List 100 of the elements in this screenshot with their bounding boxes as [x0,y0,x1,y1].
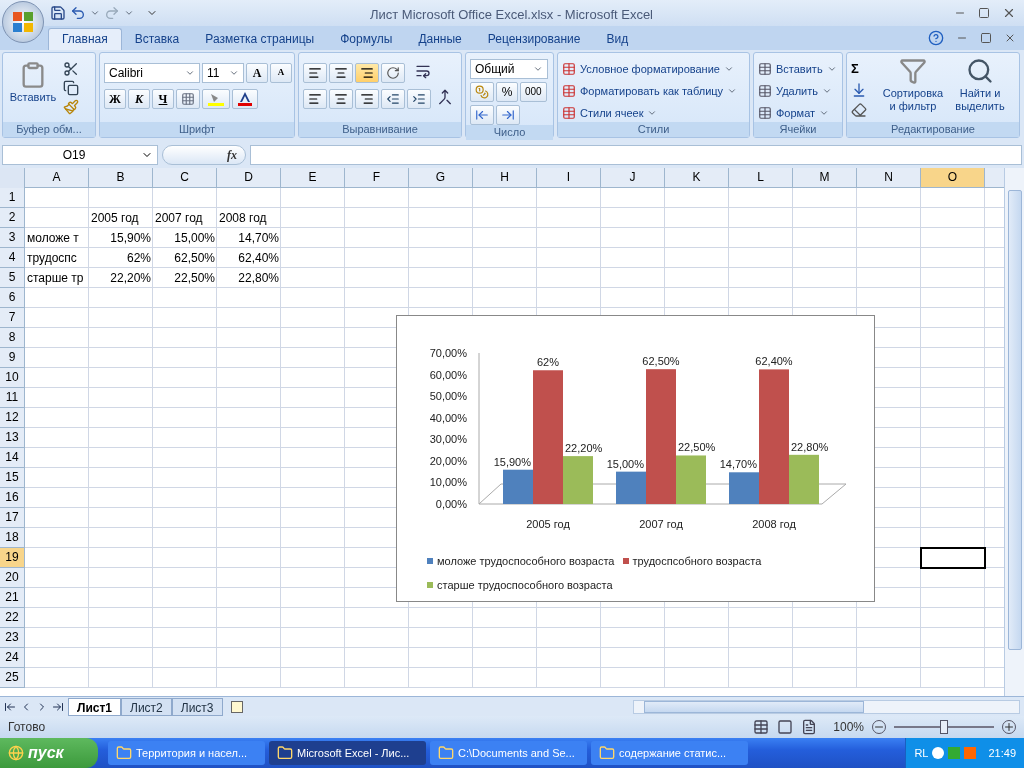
scrollbar-thumb[interactable] [1007,189,1022,650]
maximize-icon[interactable] [978,6,990,19]
row-header[interactable]: 18 [0,527,25,548]
ribbon-tab[interactable]: Вставка [121,27,193,50]
sheet-tab[interactable]: Лист3 [171,697,223,716]
number-format-field[interactable]: Общий [470,58,548,79]
row-header[interactable]: 12 [0,407,25,428]
zoom-level[interactable]: 100% [833,718,864,736]
ribbon-tab[interactable]: Данные [405,27,475,50]
align-left-button[interactable] [303,88,327,109]
row-header[interactable]: 8 [0,327,25,348]
fill-color-button[interactable] [202,88,230,109]
thousands-button[interactable]: 000 [520,81,547,102]
merge-icon[interactable] [437,88,453,105]
underline-button[interactable]: Ч [152,88,174,109]
eraser-icon[interactable] [851,101,867,118]
new-sheet-icon[interactable] [230,700,243,713]
ribbon-tab[interactable]: Рецензирование [474,27,594,50]
cells-menu-button[interactable]: Удалить [758,81,837,100]
tray-icon[interactable] [932,747,945,759]
row-header[interactable]: 15 [0,467,25,488]
row-header[interactable]: 5 [0,267,25,288]
row-header[interactable]: 7 [0,307,25,328]
horizontal-scrollbar[interactable] [632,699,1020,714]
row-header[interactable]: 25 [0,667,25,688]
row-header[interactable]: 11 [0,387,25,408]
decrease-decimal-button[interactable] [496,104,520,125]
row-header[interactable]: 20 [0,567,25,588]
font-name-field[interactable]: Calibri [104,62,200,83]
restore-icon[interactable] [980,31,992,44]
ribbon-tab[interactable]: Формулы [327,27,406,50]
row-header[interactable]: 1 [0,187,25,208]
ribbon-tab[interactable]: Вид [593,27,642,50]
taskbar-button[interactable]: Территория и насел... [108,741,265,765]
currency-button[interactable] [470,81,494,102]
cells-menu-button[interactable]: Вставить [758,59,837,78]
ribbon-tab[interactable]: Разметка страницы [192,27,328,50]
name-box[interactable]: O19 [2,144,158,165]
row-header[interactable]: 9 [0,347,25,368]
row-header[interactable]: 13 [0,427,25,448]
taskbar-button[interactable]: C:\Documents and Se... [430,741,587,765]
align-middle-button[interactable] [329,62,353,83]
slider-thumb[interactable] [940,720,948,734]
decrease-indent-button[interactable] [381,88,405,109]
sheet-tab[interactable]: Лист2 [121,697,172,716]
scissors-icon[interactable] [63,60,79,77]
save-icon[interactable] [50,4,66,21]
row-header[interactable]: 24 [0,647,25,668]
grow-font-button[interactable]: A [246,62,268,83]
font-size-field[interactable]: 11 [202,62,244,83]
shrink-font-button[interactable]: A [270,62,292,83]
row-header[interactable]: 6 [0,287,25,308]
ribbon-tab[interactable]: Главная [48,27,122,50]
find-select-button[interactable]: Найти и выделить [949,56,1011,122]
taskbar-button[interactable]: Microsoft Excel - Лис... [269,741,426,765]
align-right-button[interactable] [355,88,379,109]
borders-button[interactable] [176,88,200,109]
styles-menu-button[interactable]: Стили ячеек [562,103,738,122]
align-top-button[interactable] [303,62,327,83]
row-header[interactable]: 16 [0,487,25,508]
bar[interactable] [503,469,533,504]
scrollbar-thumb[interactable] [643,700,864,713]
autosum-button[interactable]: Σ [851,59,877,78]
row-header[interactable]: 21 [0,587,25,608]
bar[interactable] [616,471,646,504]
row-header[interactable]: 2 [0,207,25,228]
fill-down-icon[interactable] [851,81,867,98]
insert-function-button[interactable]: fx [162,144,246,165]
cells-menu-button[interactable]: Формат [758,103,837,122]
increase-decimal-button[interactable] [470,104,494,125]
chart[interactable] [396,314,875,602]
align-bottom-button[interactable] [355,62,379,83]
row-header[interactable]: 10 [0,367,25,388]
normal-view-icon[interactable] [753,719,770,735]
row-header[interactable]: 3 [0,227,25,248]
help-icon[interactable] [928,29,944,46]
undo-icon[interactable] [70,4,86,21]
row-header[interactable]: 19 [0,547,25,568]
taskbar-button[interactable]: содержание статис... [591,741,748,765]
zoom-in-icon[interactable] [1002,720,1016,734]
formula-field[interactable] [250,144,1022,165]
bar[interactable] [729,471,759,504]
percent-button[interactable]: % [496,81,518,102]
page-break-icon[interactable] [801,719,818,735]
row-header[interactable]: 23 [0,627,25,648]
vertical-scrollbar[interactable] [1004,167,1024,697]
page-layout-icon[interactable] [777,719,794,735]
paste-button[interactable]: Вставить [7,56,59,122]
font-color-button[interactable] [232,88,258,109]
italic-button[interactable]: К [128,88,150,109]
row-header[interactable]: 22 [0,607,25,628]
sort-filter-button[interactable]: Сортировка и фильтр [881,56,945,122]
orientation-button[interactable] [381,62,405,83]
styles-menu-button[interactable]: Форматировать как таблицу [562,81,738,100]
row-header[interactable]: 17 [0,507,25,528]
first-sheet-icon[interactable] [4,700,16,713]
row-header[interactable]: 14 [0,447,25,468]
increase-indent-button[interactable] [407,88,431,109]
last-sheet-icon[interactable] [52,700,64,713]
align-center-button[interactable] [329,88,353,109]
